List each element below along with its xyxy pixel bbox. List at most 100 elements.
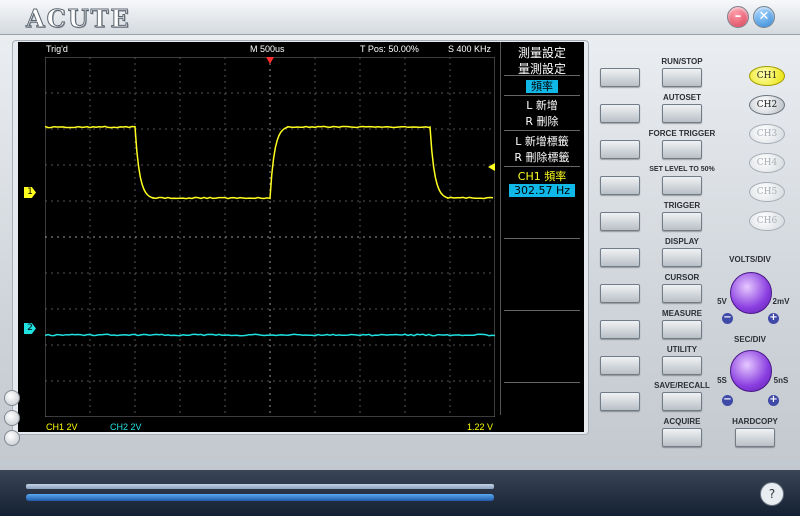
- hardcopy-button[interactable]: [735, 428, 775, 447]
- ch3-button[interactable]: CH3: [749, 124, 785, 144]
- cursor-button[interactable]: [662, 284, 702, 303]
- ch4-button[interactable]: CH4: [749, 153, 785, 173]
- menu-item-add-label[interactable]: L 新增標籤: [501, 133, 583, 149]
- trigger-label: TRIGGER: [642, 201, 722, 210]
- trigger-status: Trig'd: [46, 44, 68, 54]
- autoset-button[interactable]: [662, 104, 702, 123]
- menu-divider: [504, 238, 580, 239]
- ch6-button[interactable]: CH6: [749, 211, 785, 231]
- ch1-marker[interactable]: 1: [24, 187, 36, 198]
- measure-label: MEASURE: [642, 309, 722, 318]
- bottom-bar: [0, 470, 800, 516]
- sec-max-label: 5nS: [770, 376, 792, 385]
- ch1-frequency-label: CH1 頻率: [501, 168, 583, 184]
- menu-item-delete[interactable]: R 刪除: [501, 113, 583, 129]
- soft-menu-button-4[interactable]: [600, 176, 640, 195]
- acute-logo: ACUTE: [26, 4, 131, 33]
- set-level-label: SET LEVEL TO 50%: [634, 166, 730, 173]
- timebase-readout: M 500us: [250, 44, 285, 54]
- ch1-waveform: [45, 126, 493, 198]
- hardcopy-label: HARDCOPY: [715, 417, 795, 426]
- ch1-scale: CH1 2V: [46, 422, 78, 432]
- sec-min-label: 5S: [714, 376, 730, 385]
- volts-minus-button[interactable]: −: [722, 313, 733, 324]
- soft-menu-button-9[interactable]: [600, 356, 640, 375]
- save-recall-button[interactable]: [662, 392, 702, 411]
- sec-plus-button[interactable]: +: [768, 395, 779, 406]
- soft-menu-button-7[interactable]: [600, 284, 640, 303]
- side-button-3[interactable]: [4, 430, 20, 446]
- sec-div-knob[interactable]: [730, 350, 772, 392]
- ch2-waveform: [45, 334, 495, 335]
- menu-divider: [504, 166, 580, 167]
- menu-title: 測量設定: [501, 44, 583, 61]
- force-trigger-button[interactable]: [662, 140, 702, 159]
- ch1-frequency-value: 302.57 Hz: [509, 184, 575, 197]
- control-panel: RUN/STOP AUTOSET FORCE TRIGGER SET LEVEL…: [590, 40, 795, 452]
- utility-button[interactable]: [662, 356, 702, 375]
- save-recall-label: SAVE/RECALL: [642, 381, 722, 390]
- soft-menu-button-10[interactable]: [600, 392, 640, 411]
- volts-plus-button[interactable]: +: [768, 313, 779, 324]
- help-icon[interactable]: ?: [760, 482, 784, 506]
- app-window: ACUTE – ✕ Trig'd M 500us T Pos: 50.00% S…: [0, 0, 800, 516]
- side-button-2[interactable]: [4, 410, 20, 426]
- side-button-1[interactable]: [4, 390, 20, 406]
- acquire-button[interactable]: [662, 428, 702, 447]
- menu-item-add[interactable]: L 新增: [501, 97, 583, 113]
- ch2-marker[interactable]: 2: [24, 323, 36, 334]
- cursor-label: CURSOR: [642, 273, 722, 282]
- sample-rate-readout: S 400 KHz: [448, 44, 491, 54]
- menu-divider: [504, 310, 580, 311]
- soft-menu-button-8[interactable]: [600, 320, 640, 339]
- trigger-level-readout: 1.22 V: [467, 422, 493, 432]
- menu-item-frequency[interactable]: 頻率: [501, 78, 583, 94]
- set-level-button[interactable]: [662, 176, 702, 195]
- close-icon: ✕: [754, 7, 774, 27]
- minimize-button[interactable]: –: [727, 6, 749, 28]
- volts-min-label: 5V: [714, 297, 730, 306]
- trigger-button[interactable]: [662, 212, 702, 231]
- sec-div-label: SEC/DIV: [720, 335, 780, 344]
- close-button[interactable]: ✕: [753, 6, 775, 28]
- sec-minus-button[interactable]: −: [722, 395, 733, 406]
- ch2-scale: CH2 2V: [110, 422, 142, 432]
- run-stop-button[interactable]: [662, 68, 702, 87]
- menu-divider: [504, 95, 580, 96]
- trigger-position-readout: T Pos: 50.00%: [360, 44, 419, 54]
- acquire-label: ACQUIRE: [642, 417, 722, 426]
- soft-menu-button-6[interactable]: [600, 248, 640, 267]
- title-bar[interactable]: ACUTE – ✕: [0, 0, 800, 35]
- utility-label: UTILITY: [642, 345, 722, 354]
- ch1-frequency-value-row: 302.57 Hz: [501, 184, 583, 197]
- ch1-button[interactable]: CH1: [749, 66, 785, 86]
- status-strip: [26, 484, 494, 489]
- ch5-button[interactable]: CH5: [749, 182, 785, 202]
- volts-div-label: VOLTS/DIV: [720, 255, 780, 264]
- soft-menu-button-5[interactable]: [600, 212, 640, 231]
- progress-strip: [26, 494, 494, 501]
- menu-divider: [504, 75, 580, 76]
- soft-menu-button-3[interactable]: [600, 140, 640, 159]
- menu-divider: [504, 130, 580, 131]
- trigger-arrow-icon: [266, 57, 274, 64]
- volts-div-knob[interactable]: [730, 272, 772, 314]
- ch2-button[interactable]: CH2: [749, 95, 785, 115]
- autoset-label: AUTOSET: [642, 93, 722, 102]
- measure-menu: 測量設定 量測設定 頻率 L 新增 R 刪除 L 新增標籤 R 刪除標籤 CH1…: [500, 42, 583, 415]
- soft-menu-button-2[interactable]: [600, 104, 640, 123]
- minimize-icon: –: [728, 7, 748, 27]
- scope-screen: Trig'd M 500us T Pos: 50.00% S 400 KHz 1…: [18, 42, 584, 432]
- soft-menu-button-1[interactable]: [600, 68, 640, 87]
- display-button[interactable]: [662, 248, 702, 267]
- volts-max-label: 2mV: [770, 297, 792, 306]
- trigger-level-arrow-icon[interactable]: [488, 163, 495, 171]
- display-label: DISPLAY: [642, 237, 722, 246]
- menu-selected-label: 頻率: [526, 80, 558, 93]
- force-trigger-label: FORCE TRIGGER: [634, 129, 730, 138]
- menu-divider: [504, 382, 580, 383]
- waveform-grid[interactable]: [45, 57, 495, 417]
- run-stop-label: RUN/STOP: [642, 57, 722, 66]
- menu-item-delete-label[interactable]: R 刪除標籤: [501, 149, 583, 165]
- measure-button[interactable]: [662, 320, 702, 339]
